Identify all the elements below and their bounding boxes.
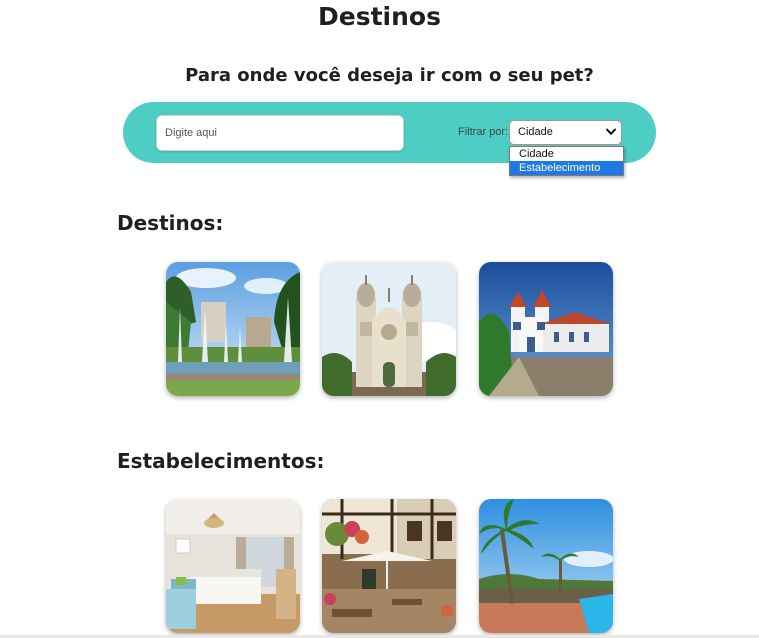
estabelecimento-card-1[interactable] bbox=[166, 499, 300, 633]
colonial-church-photo bbox=[479, 262, 613, 396]
filter-select[interactable]: Cidade bbox=[509, 120, 622, 145]
page-subtitle: Para onde você deseja ir com o seu pet? bbox=[185, 65, 594, 86]
colonial-inn-courtyard-photo bbox=[322, 499, 456, 633]
page-title: Destinos bbox=[318, 2, 441, 31]
estabelecimento-card-2[interactable] bbox=[322, 499, 456, 633]
filter-option-estabelecimento[interactable]: Estabelecimento bbox=[510, 161, 623, 175]
baroque-church-photo bbox=[322, 262, 456, 396]
filter-option-cidade[interactable]: Cidade bbox=[510, 147, 623, 161]
hotel-room-photo bbox=[166, 499, 300, 633]
filter-label: Filtrar por: bbox=[458, 126, 509, 138]
section-title-estabelecimentos: Estabelecimentos: bbox=[117, 449, 325, 473]
destino-card-3[interactable] bbox=[479, 262, 613, 396]
estabelecimento-card-3[interactable] bbox=[479, 499, 613, 633]
fountain-park-photo bbox=[166, 262, 300, 396]
filter-select-value: Cidade bbox=[518, 126, 553, 138]
search-input[interactable] bbox=[156, 115, 404, 151]
section-title-destinos: Destinos: bbox=[117, 211, 224, 235]
filter-dropdown: Cidade Estabelecimento bbox=[509, 146, 624, 176]
destino-card-1[interactable] bbox=[166, 262, 300, 396]
chevron-down-icon bbox=[606, 128, 616, 135]
destino-card-2[interactable] bbox=[322, 262, 456, 396]
resort-pool-palm-photo bbox=[479, 499, 613, 633]
